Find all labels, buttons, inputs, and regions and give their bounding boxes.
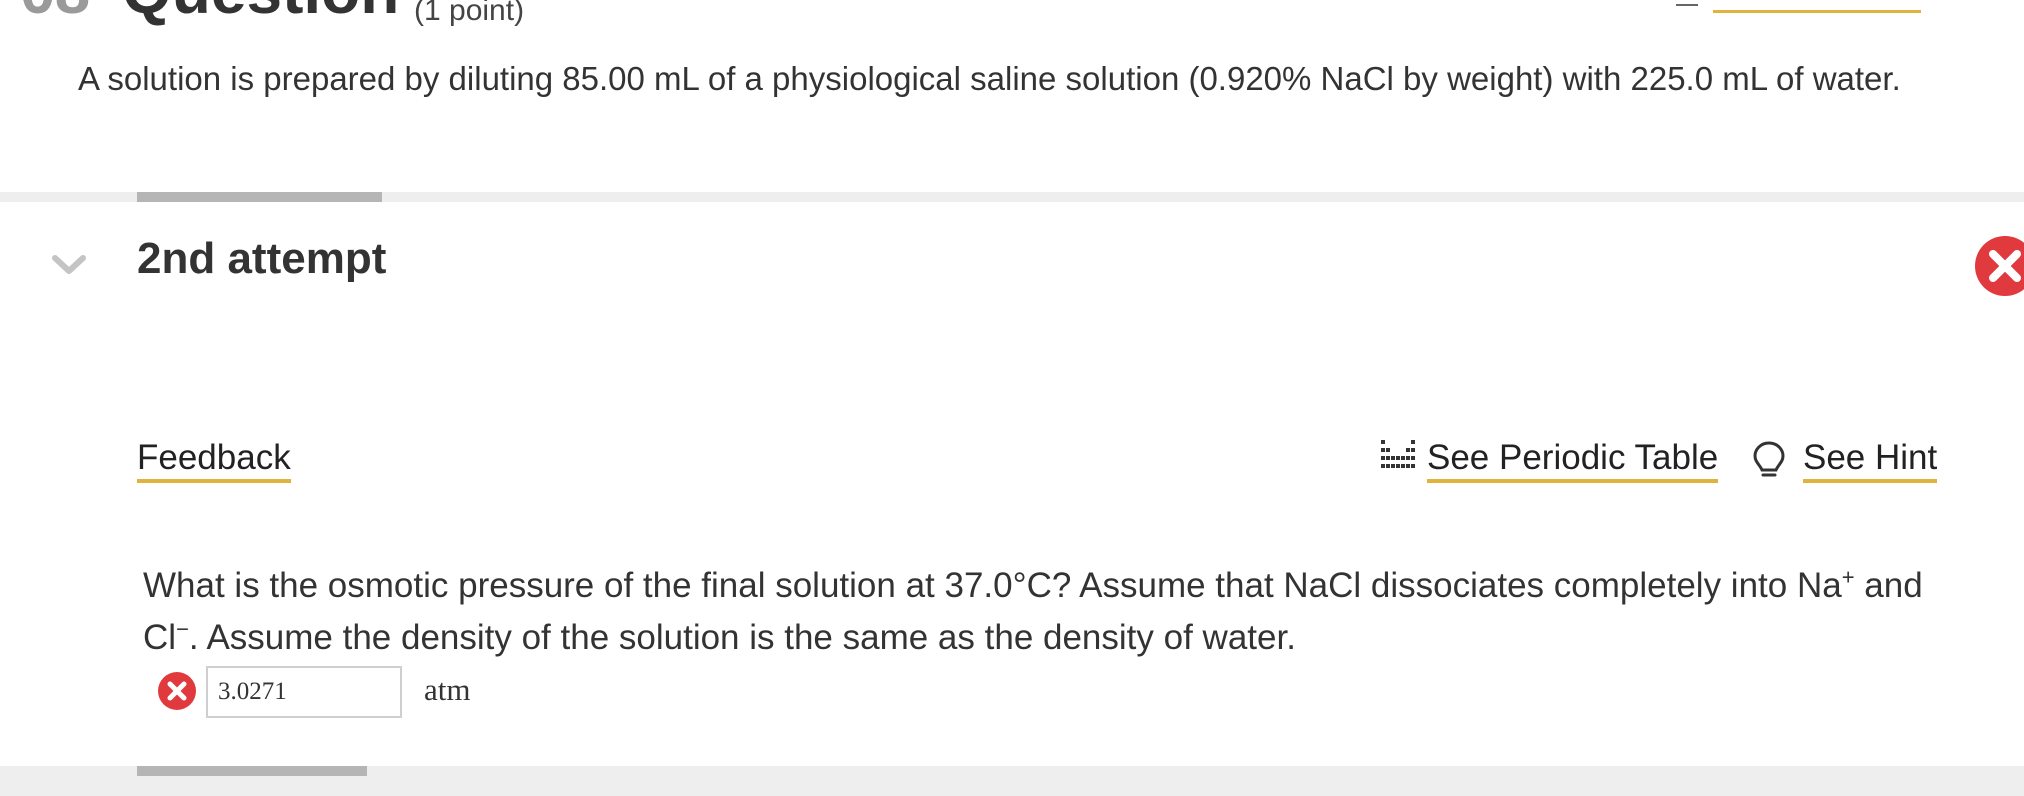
na-charge: + (1841, 564, 1855, 590)
lightbulb-icon (1753, 441, 1785, 477)
chevron-down-icon[interactable] (50, 246, 88, 284)
feedback-link[interactable]: Feedback (137, 440, 291, 483)
see-hint-link[interactable]: See Hint (1803, 440, 1938, 483)
question-points: (1 point) (414, 0, 525, 27)
periodic-table-icon (1381, 440, 1415, 468)
problem-statement: A solution is prepared by diluting 85.00… (78, 60, 1901, 97)
header-link-icon (1676, 4, 1698, 6)
section-tab-marker (137, 192, 382, 202)
header-link-underline[interactable] (1713, 10, 1921, 13)
see-periodic-table-link[interactable]: See Periodic Table (1427, 440, 1719, 483)
attempt-title: 2nd attempt (137, 234, 387, 283)
error-x-icon (1975, 236, 2024, 296)
answer-input[interactable] (206, 666, 402, 718)
question-text-part: What is the osmotic pressure of the fina… (143, 566, 1842, 605)
question-heading: Question (122, 0, 399, 28)
incorrect-answer-icon (158, 672, 196, 710)
answer-unit: atm (424, 672, 471, 707)
question-number: 08 (20, 0, 90, 28)
question-text: What is the osmotic pressure of the fina… (143, 560, 1943, 664)
section-tab-marker-bottom (137, 766, 367, 776)
question-text-part: . Assume the density of the solution is … (188, 618, 1296, 657)
cl-charge: − (176, 616, 189, 642)
